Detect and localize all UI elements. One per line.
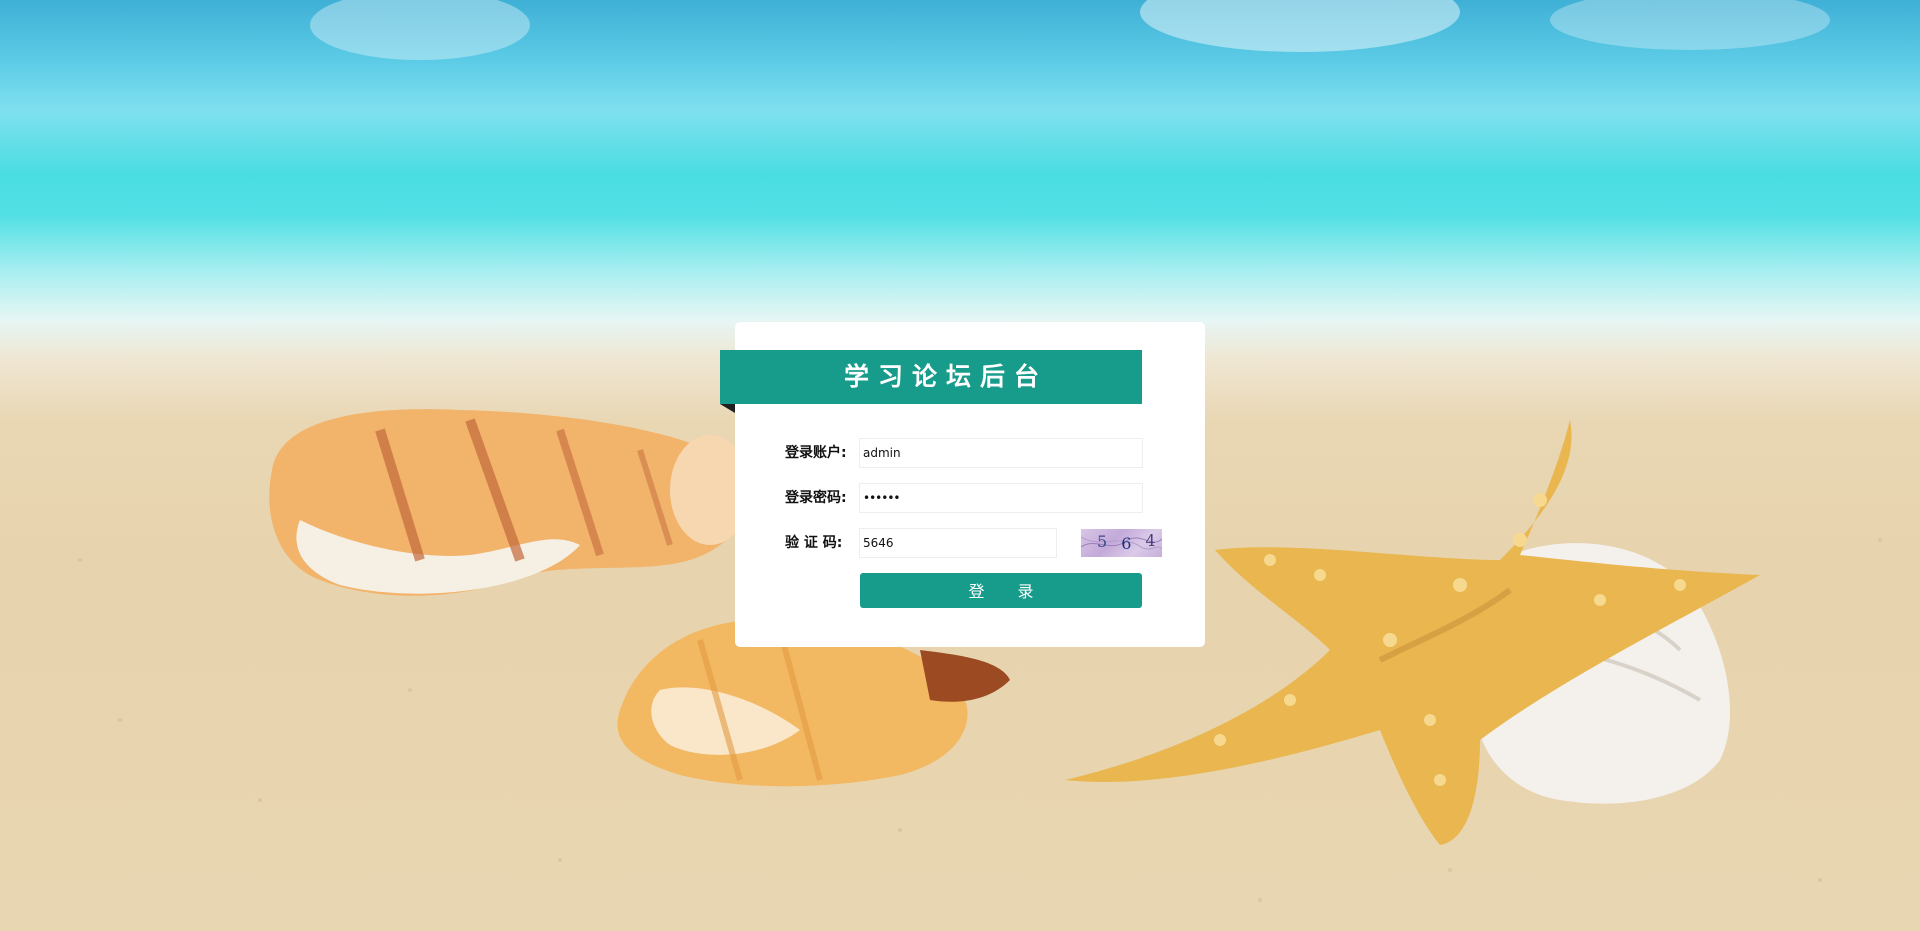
login-button[interactable]: 登 录 xyxy=(860,573,1142,608)
captcha-label: 验 证 码: xyxy=(785,535,843,551)
captcha-digit: 5 xyxy=(1097,532,1114,551)
password-input[interactable]: •••••• xyxy=(859,483,1143,513)
login-card: 学习论坛后台 登录账户: admin 登录密码: •••••• 验 证 码: 5… xyxy=(720,322,1205,647)
login-title: 学习论坛后台 xyxy=(720,350,1142,404)
captcha-row: 验 证 码: 5646 5646 xyxy=(785,528,1185,558)
account-label: 登录账户: xyxy=(785,445,847,461)
password-label: 登录密码: xyxy=(785,490,847,506)
ribbon-fold-decoration xyxy=(720,404,735,413)
captcha-input[interactable]: 5646 xyxy=(859,528,1057,558)
account-input[interactable]: admin xyxy=(859,438,1143,468)
captcha-image[interactable]: 5646 xyxy=(1081,529,1162,557)
account-row: 登录账户: admin xyxy=(785,438,1185,468)
captcha-digit: 6 xyxy=(1121,534,1138,553)
password-row: 登录密码: •••••• xyxy=(785,483,1185,513)
captcha-digit: 4 xyxy=(1145,531,1162,550)
